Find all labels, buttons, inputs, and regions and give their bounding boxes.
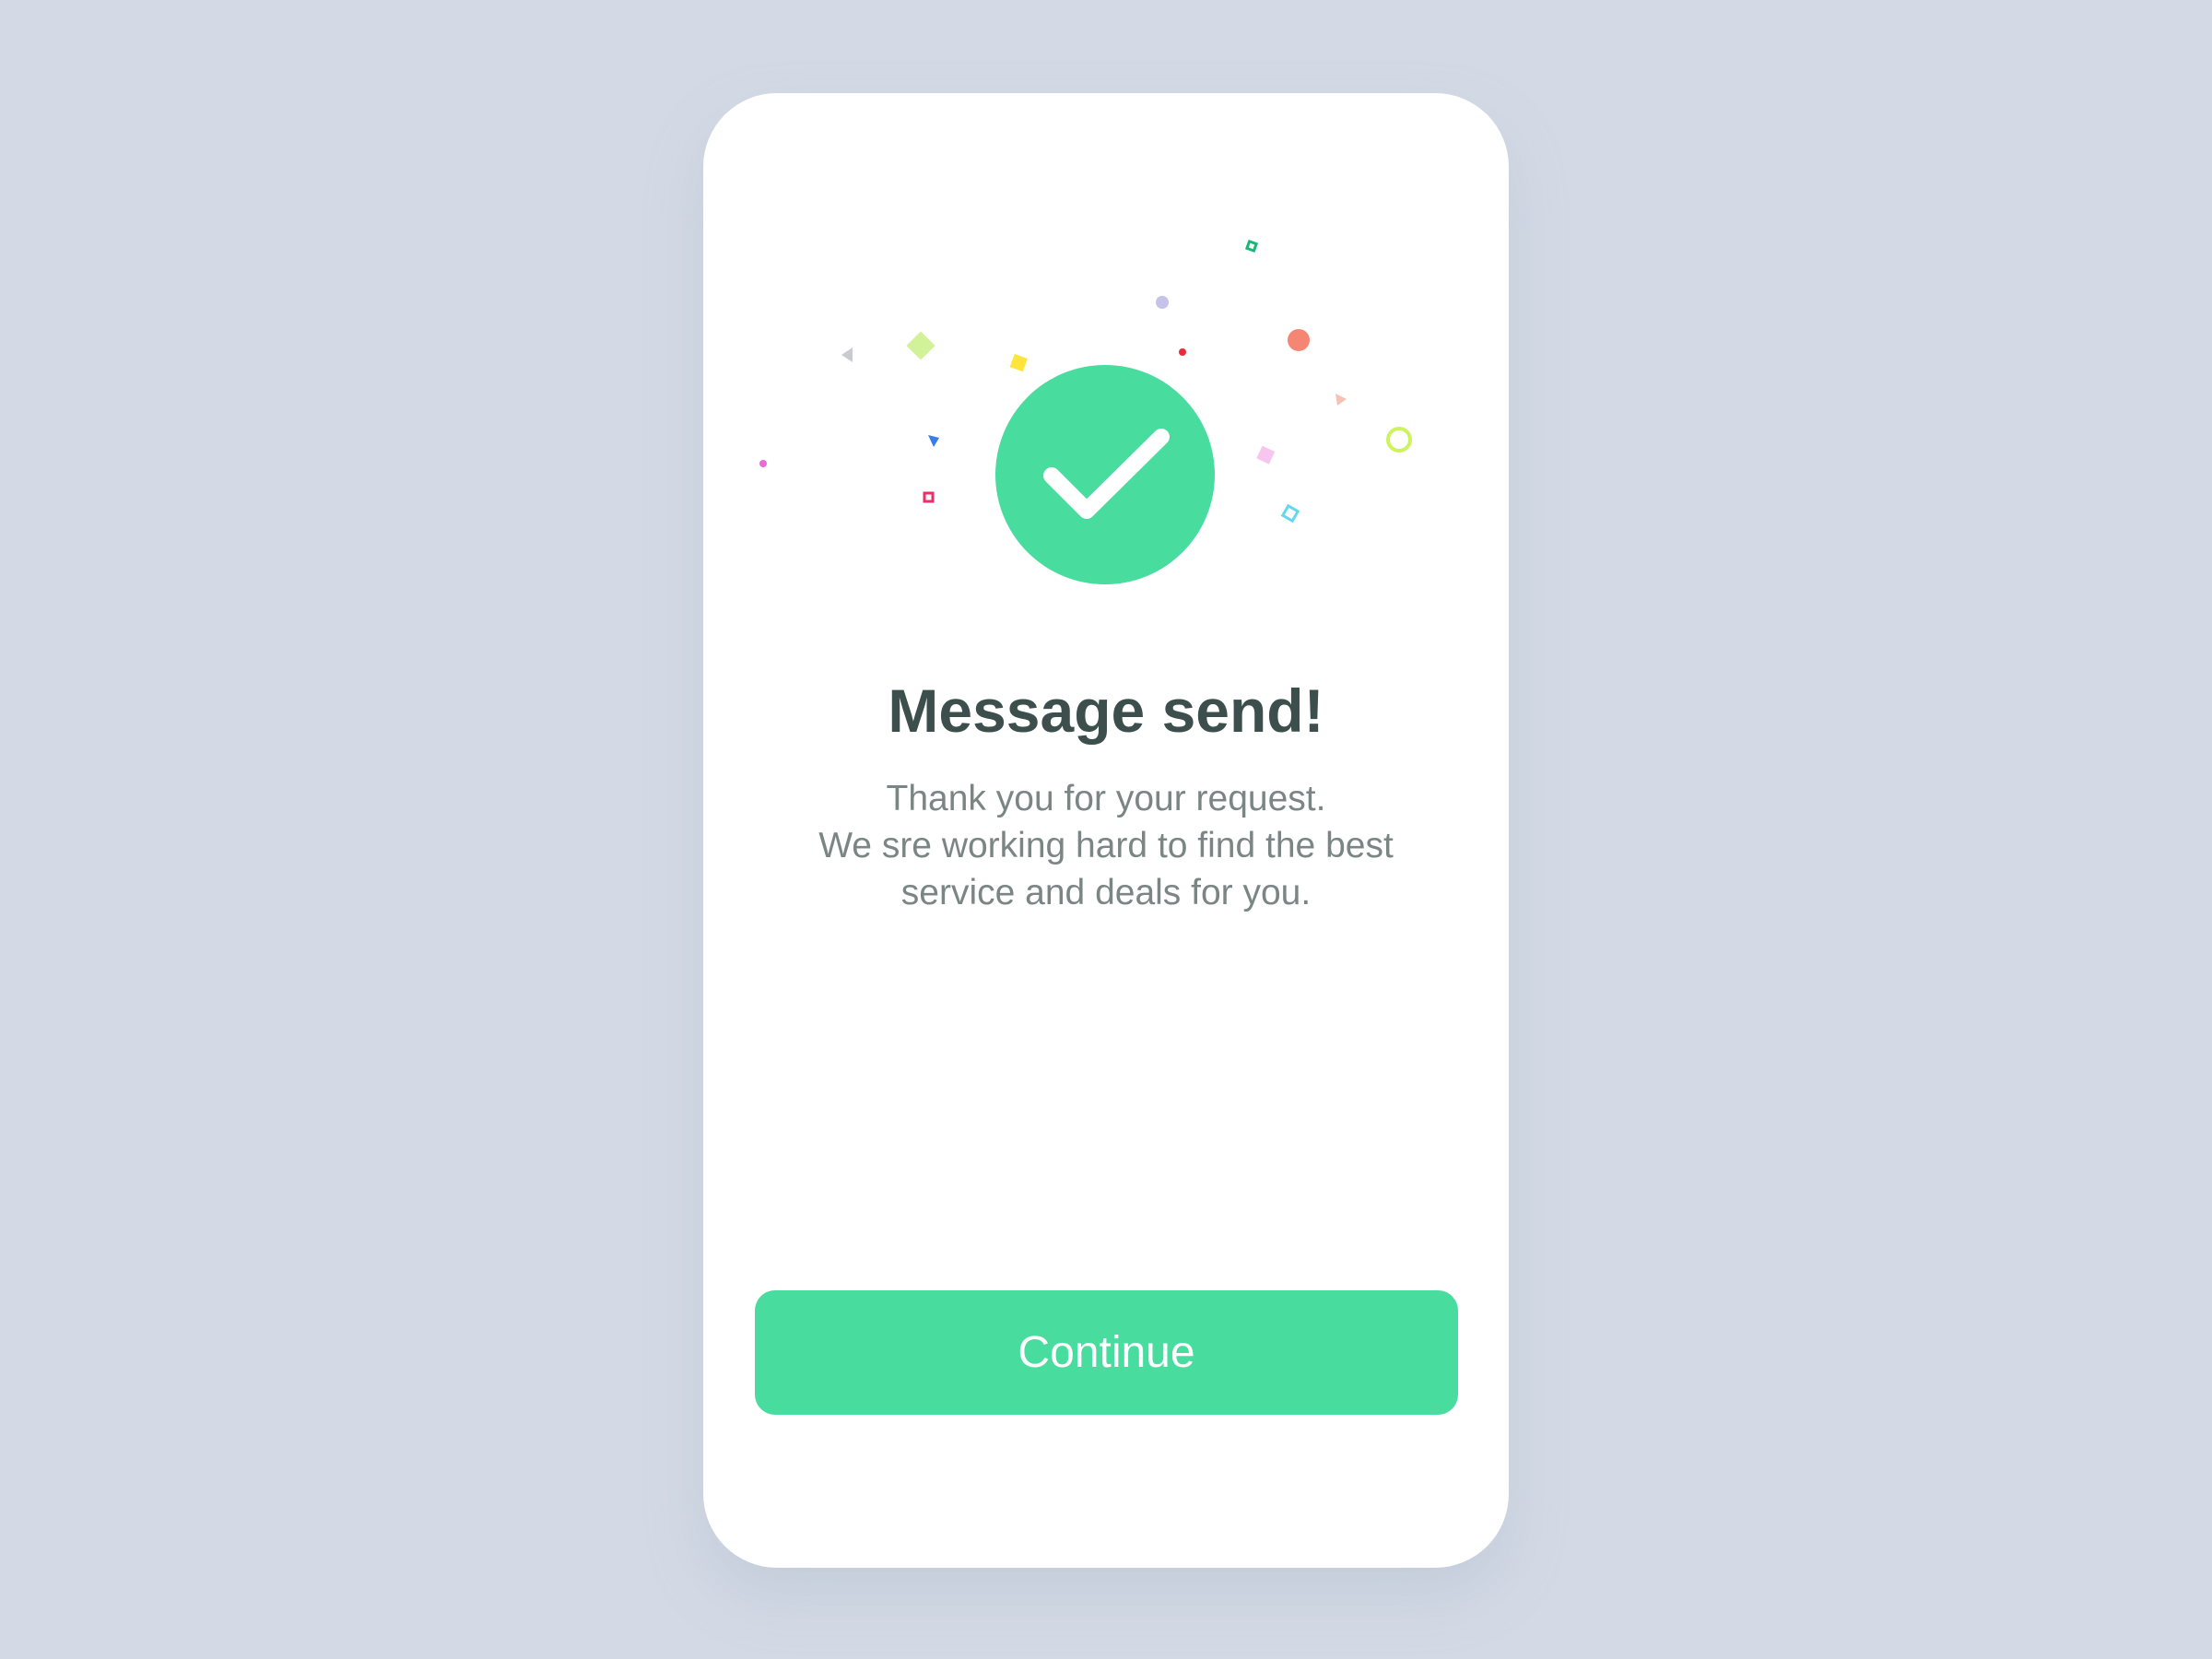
check-circle-icon <box>995 365 1215 584</box>
success-card: Message send! Thank you for your request… <box>703 93 1509 1568</box>
page-background: Message send! Thank you for your request… <box>0 0 2212 1659</box>
message-line: service and deals for you. <box>900 873 1312 912</box>
message-line: We sre working hard to find the best <box>818 826 1394 865</box>
check-circle-background <box>995 365 1215 584</box>
continue-button[interactable]: Continue <box>755 1290 1458 1415</box>
message-line: Thank you for your request. <box>886 779 1326 818</box>
dialog-title: Message send! <box>888 677 1324 745</box>
dialog-message: Thank you for your request. We sre worki… <box>759 775 1453 916</box>
